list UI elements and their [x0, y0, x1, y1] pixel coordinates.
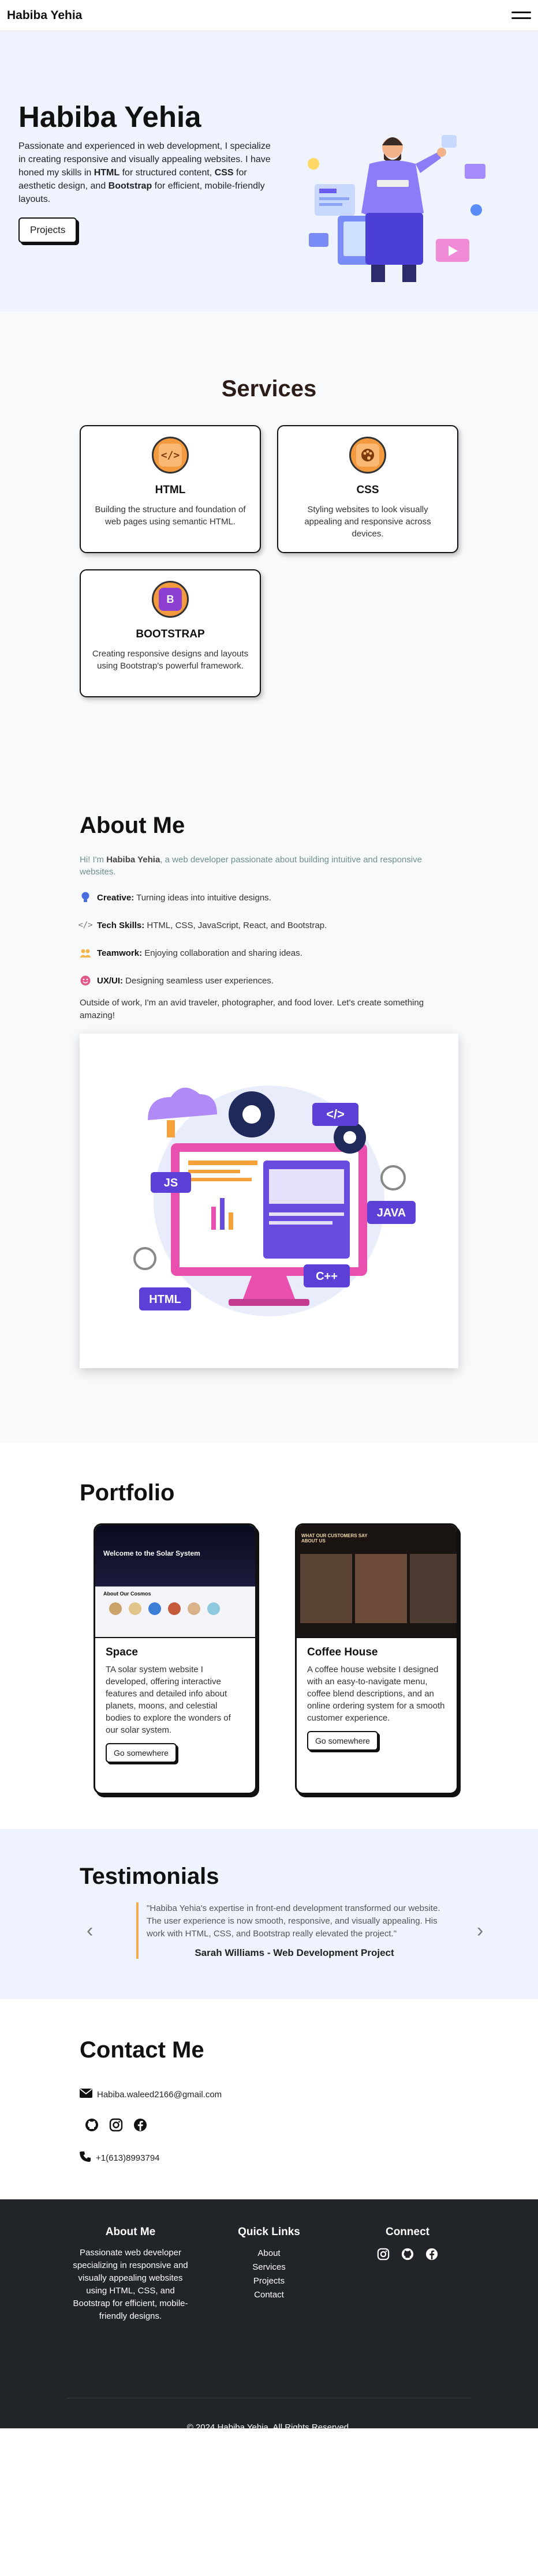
people-icon	[80, 947, 91, 959]
portfolio-name: Space	[106, 1646, 138, 1658]
footer-about-title: About Me	[105, 2226, 156, 2238]
about-title: About Me	[80, 813, 185, 838]
space-shot-title: Welcome to the Solar System	[103, 1549, 200, 1557]
contact-section: Contact Me Habiba.waleed2166@gmail.com +…	[0, 1999, 538, 2199]
testimonials-section: Testimonials ‹ "Habiba Yehia's expertise…	[0, 1829, 538, 1999]
footer-link-services[interactable]: Services	[238, 2260, 300, 2274]
footer-connect-title: Connect	[385, 2226, 429, 2238]
service-card-css[interactable]: CSS Styling websites to look visually ap…	[277, 425, 458, 553]
palette-icon	[349, 437, 386, 474]
portfolio-card-coffee: WHAT OUR CUSTOMERS SAY ABOUT US Coffee H…	[295, 1523, 458, 1794]
services-section: Services </> HTML Building the structure…	[0, 311, 538, 767]
testimonials-title: Testimonials	[80, 1864, 219, 1889]
about-illustration: JS </> JAVA C++ HTML	[80, 1034, 458, 1368]
footer-connect: Connect	[344, 2226, 471, 2323]
envelope-icon	[80, 2089, 92, 2100]
go-somewhere-button[interactable]: Go somewhere	[106, 1743, 177, 1763]
email-row: Habiba.waleed2166@gmail.com	[80, 2089, 458, 2100]
service-desc: Building the structure and foundation of…	[95, 505, 246, 527]
facebook-icon[interactable]	[424, 2247, 439, 2262]
email-link[interactable]: Habiba.waleed2166@gmail.com	[97, 2090, 222, 2100]
instagram-icon[interactable]	[109, 2117, 124, 2132]
service-desc: Creating responsive designs and layouts …	[92, 649, 249, 671]
about-item-teamwork: Teamwork: Enjoying collaboration and sha…	[80, 947, 458, 959]
about-item-tech: </> Tech Skills: HTML, CSS, JavaScript, …	[78, 920, 327, 930]
github-icon[interactable]	[84, 2117, 99, 2132]
about-section: About Me Hi! I'm Habiba Yehia, a web dev…	[0, 767, 538, 1443]
about-intro: Hi! I'm Habiba Yehia, a web developer pa…	[80, 855, 422, 877]
hero-section: Habiba Yehia Passionate and experienced …	[0, 31, 538, 311]
testimonial-author: Sarah Williams - Web Development Project	[195, 1947, 394, 1958]
footer: About Me Passionate web developer specia…	[0, 2199, 538, 2432]
hero-description: Passionate and experienced in web develo…	[18, 141, 271, 204]
menu-toggle-icon[interactable]	[511, 12, 531, 19]
space-screenshot: Welcome to the Solar System About Our Co…	[95, 1525, 255, 1638]
bulb-icon	[80, 892, 91, 903]
code-icon: </>	[78, 921, 93, 930]
service-name: HTML	[155, 484, 186, 496]
phone-number[interactable]: +1(613)8993794	[96, 2153, 160, 2163]
contact-title: Contact Me	[80, 2037, 204, 2063]
chevron-right-icon[interactable]: ›	[477, 1920, 494, 1942]
footer-about: About Me Passionate web developer specia…	[67, 2226, 194, 2323]
portfolio-desc: TA solar system website I developed, off…	[106, 1665, 231, 1735]
smile-icon	[80, 975, 91, 986]
testimonial-quote: "Habiba Yehia's expertise in front-end d…	[147, 1903, 440, 1939]
service-card-bootstrap[interactable]: B BOOTSTRAP Creating responsive designs …	[80, 569, 261, 697]
instagram-icon[interactable]	[376, 2247, 391, 2262]
about-outro: Outside of work, I'm an avid traveler, p…	[80, 998, 424, 1020]
service-card-html[interactable]: </> HTML Building the structure and foun…	[80, 425, 261, 553]
js-badge: JS	[164, 1177, 178, 1189]
chevron-left-icon[interactable]: ‹	[87, 1920, 104, 1942]
navbar: Habiba Yehia	[0, 0, 538, 31]
projects-button[interactable]: Projects	[18, 217, 77, 243]
footer-links-title: Quick Links	[238, 2226, 300, 2238]
service-desc: Styling websites to look visually appeal…	[304, 505, 431, 539]
testimonial-card: "Habiba Yehia's expertise in front-end d…	[136, 1902, 442, 1959]
portfolio-desc: A coffee house website I designed with a…	[307, 1665, 445, 1723]
about-item-uxui: UX/UI: Designing seamless user experienc…	[80, 975, 458, 986]
footer-link-projects[interactable]: Projects	[238, 2274, 300, 2288]
phone-row: +1(613)8993794	[80, 2151, 458, 2165]
space-shot-subtitle: About Our Cosmos	[103, 1591, 151, 1597]
copyright: © 2024 Habiba Yehia. All Rights Reserved…	[186, 2423, 352, 2432]
portfolio-card-space: Welcome to the Solar System About Our Co…	[94, 1523, 257, 1794]
coding-languages-illustration: JS </> JAVA C++ HTML	[133, 1086, 416, 1316]
portfolio-section: Portfolio Welcome to the Solar System Ab…	[0, 1443, 538, 1829]
code-tag-badge: </>	[326, 1107, 345, 1121]
go-somewhere-button[interactable]: Go somewhere	[307, 1731, 378, 1751]
footer-about-text: Passionate web developer specializing in…	[73, 2248, 188, 2321]
portfolio-title: Portfolio	[80, 1480, 175, 1505]
bootstrap-icon: B	[152, 581, 189, 618]
phone-icon	[80, 2151, 91, 2165]
service-name: BOOTSTRAP	[136, 628, 205, 640]
code-icon: </>	[152, 437, 189, 474]
service-name: CSS	[356, 484, 379, 496]
social-icons	[84, 2117, 458, 2132]
hero-title: Habiba Yehia	[18, 100, 201, 133]
developer-illustration	[308, 135, 485, 282]
footer-quick-links: Quick Links About Services Projects Cont…	[238, 2226, 300, 2323]
github-icon[interactable]	[400, 2247, 415, 2262]
brand-logo[interactable]: Habiba Yehia	[7, 9, 82, 22]
coffee-screenshot: WHAT OUR CUSTOMERS SAY ABOUT US	[297, 1525, 457, 1638]
services-title: Services	[221, 376, 317, 401]
facebook-icon[interactable]	[133, 2117, 148, 2132]
cpp-badge: C++	[316, 1270, 338, 1283]
footer-link-contact[interactable]: Contact	[238, 2288, 300, 2302]
html-badge: HTML	[149, 1293, 181, 1306]
portfolio-name: Coffee House	[307, 1646, 378, 1658]
java-badge: JAVA	[377, 1207, 406, 1219]
about-item-creative: Creative: Turning ideas into intuitive d…	[80, 892, 458, 903]
footer-link-about[interactable]: About	[238, 2247, 300, 2260]
coffee-shot-title: WHAT OUR CUSTOMERS SAY ABOUT US	[301, 1533, 368, 1544]
